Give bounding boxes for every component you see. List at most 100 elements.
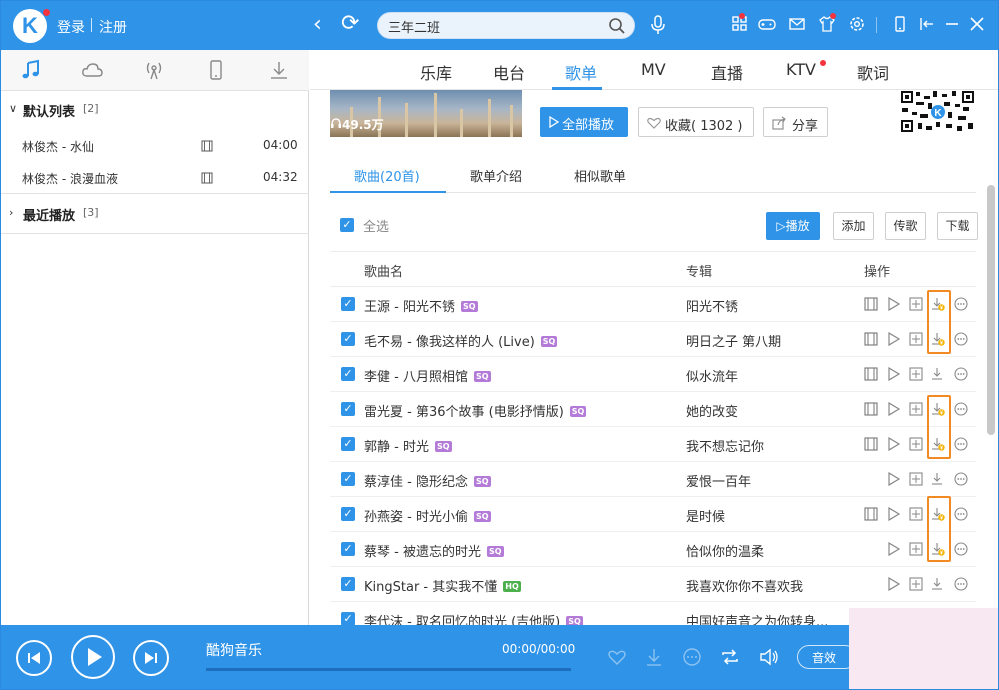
play-icon[interactable]	[887, 507, 901, 521]
scrollbar[interactable]	[987, 185, 995, 435]
song-name[interactable]: 李健 - 八月照相馆 SQ	[364, 366, 491, 385]
add-to-list-icon[interactable]	[909, 577, 923, 591]
upload-button[interactable]: 传歌	[885, 212, 926, 240]
song-name[interactable]: 蔡琴 - 被遗忘的时光 SQ	[364, 541, 504, 560]
song-name[interactable]: 王源 - 阳光不锈 SQ	[364, 296, 478, 315]
microphone-icon[interactable]	[649, 14, 667, 36]
mobile-icon[interactable]	[891, 15, 909, 33]
album-name[interactable]: 明日之子 第八期	[686, 331, 781, 350]
playlist-group-default[interactable]: ∨ 默认列表 [2]	[1, 98, 309, 120]
music-note-icon[interactable]	[20, 59, 42, 81]
song-name[interactable]: 蔡淳佳 - 隐形纪念 SQ	[364, 471, 491, 490]
playlist-group-recent[interactable]: › 最近播放 [3]	[1, 202, 309, 224]
more-icon[interactable]	[954, 542, 968, 556]
game-icon[interactable]	[758, 15, 776, 33]
back-icon[interactable]: ‹	[313, 13, 322, 37]
mv-icon[interactable]	[864, 367, 878, 381]
row-checkbox[interactable]: ✓	[341, 402, 355, 416]
row-checkbox[interactable]: ✓	[341, 297, 355, 311]
add-to-list-icon[interactable]	[909, 507, 923, 521]
radio-icon[interactable]	[143, 59, 165, 81]
share-button[interactable]: 分享	[763, 107, 828, 137]
play-icon[interactable]	[887, 332, 901, 346]
song-name[interactable]: 毛不易 - 像我这样的人 (Live) SQ	[364, 331, 558, 350]
settings-icon[interactable]	[848, 15, 866, 33]
play-icon[interactable]	[887, 437, 901, 451]
row-checkbox[interactable]: ✓	[341, 542, 355, 556]
more-icon[interactable]	[682, 647, 702, 667]
mv-icon[interactable]	[201, 172, 213, 184]
album-name[interactable]: 是时候	[686, 506, 725, 525]
heart-icon[interactable]	[607, 647, 627, 667]
minimize-icon[interactable]	[943, 15, 961, 33]
row-checkbox[interactable]: ✓	[341, 437, 355, 451]
table-row[interactable]: ✓ KingStar - 其实我不懂 HQ 我喜欢你你不喜欢我	[330, 567, 976, 602]
add-to-list-icon[interactable]	[909, 437, 923, 451]
mv-icon[interactable]	[864, 332, 878, 346]
kugou-logo[interactable]: K	[13, 9, 47, 43]
row-checkbox[interactable]: ✓	[341, 367, 355, 381]
refresh-icon[interactable]: ⟳	[341, 12, 359, 36]
song-name[interactable]: 雷光夏 - 第36个故事 (电影抒情版) SQ	[364, 401, 587, 420]
row-checkbox[interactable]: ✓	[341, 507, 355, 521]
add-to-list-icon[interactable]	[909, 472, 923, 486]
next-button[interactable]	[133, 640, 169, 676]
table-row[interactable]: ✓ 孙燕姿 - 时光小偷 SQ 是时候 ¥	[330, 497, 976, 532]
album-name[interactable]: 恰似你的温柔	[686, 541, 764, 560]
tab-playlist[interactable]: 歌单	[565, 60, 597, 84]
play-pause-button[interactable]	[71, 635, 115, 679]
list-item[interactable]: 林俊杰 - 水仙 04:00	[1, 131, 309, 161]
mv-icon[interactable]	[864, 297, 878, 311]
mv-icon[interactable]	[201, 140, 213, 152]
qr-code[interactable]: K	[900, 90, 976, 134]
play-icon[interactable]	[887, 402, 901, 416]
play-icon[interactable]	[887, 577, 901, 591]
mv-icon[interactable]	[864, 437, 878, 451]
row-checkbox[interactable]: ✓	[341, 577, 355, 591]
row-checkbox[interactable]: ✓	[341, 332, 355, 346]
search-icon[interactable]	[608, 17, 626, 35]
download-icon[interactable]	[931, 472, 945, 486]
tab-radio[interactable]: 电台	[493, 60, 525, 84]
download-icon[interactable]	[268, 59, 290, 81]
play-icon[interactable]	[887, 297, 901, 311]
song-name[interactable]: 郭静 - 时光 SQ	[364, 436, 452, 455]
mini-mode-icon[interactable]	[918, 15, 936, 33]
row-checkbox[interactable]: ✓	[341, 612, 355, 626]
mail-icon[interactable]	[788, 15, 806, 33]
tab-ktv[interactable]: KTV	[786, 60, 816, 79]
add-to-list-icon[interactable]	[909, 367, 923, 381]
song-name[interactable]: 孙燕姿 - 时光小偷 SQ	[364, 506, 491, 525]
add-to-list-icon[interactable]	[909, 297, 923, 311]
download-icon[interactable]	[931, 367, 945, 381]
play-icon[interactable]	[887, 542, 901, 556]
play-button[interactable]: ▷播放	[766, 212, 820, 240]
play-icon[interactable]	[887, 367, 901, 381]
tab-lyrics[interactable]: 歌词	[857, 60, 889, 84]
volume-icon[interactable]	[759, 647, 779, 667]
favorite-button[interactable]: 收藏( 1302 )	[638, 107, 754, 137]
album-name[interactable]: 她的改变	[686, 401, 738, 420]
album-name[interactable]: 爱恨一百年	[686, 471, 751, 490]
album-name[interactable]: 我喜欢你你不喜欢我	[686, 576, 803, 595]
add-to-list-icon[interactable]	[909, 402, 923, 416]
play-icon[interactable]	[887, 472, 901, 486]
tab-library[interactable]: 乐库	[420, 60, 452, 84]
download-button[interactable]: 下载	[937, 212, 978, 240]
add-to-list-icon[interactable]	[909, 332, 923, 346]
add-button[interactable]: 添加	[833, 212, 874, 240]
add-to-list-icon[interactable]	[909, 542, 923, 556]
album-name[interactable]: 阳光不锈	[686, 296, 738, 315]
download-icon[interactable]	[931, 577, 945, 591]
tab-songs[interactable]: 歌曲(20首)	[354, 166, 420, 185]
playlist-cover[interactable]: 49.5万	[330, 90, 522, 137]
repeat-icon[interactable]	[720, 647, 740, 667]
mv-icon[interactable]	[864, 507, 878, 521]
more-icon[interactable]	[954, 367, 968, 381]
more-icon[interactable]	[954, 437, 968, 451]
more-icon[interactable]	[954, 402, 968, 416]
more-icon[interactable]	[954, 507, 968, 521]
table-row[interactable]: ✓ 蔡琴 - 被遗忘的时光 SQ 恰似你的温柔 ¥	[330, 532, 976, 567]
more-icon[interactable]	[954, 577, 968, 591]
more-icon[interactable]	[954, 297, 968, 311]
